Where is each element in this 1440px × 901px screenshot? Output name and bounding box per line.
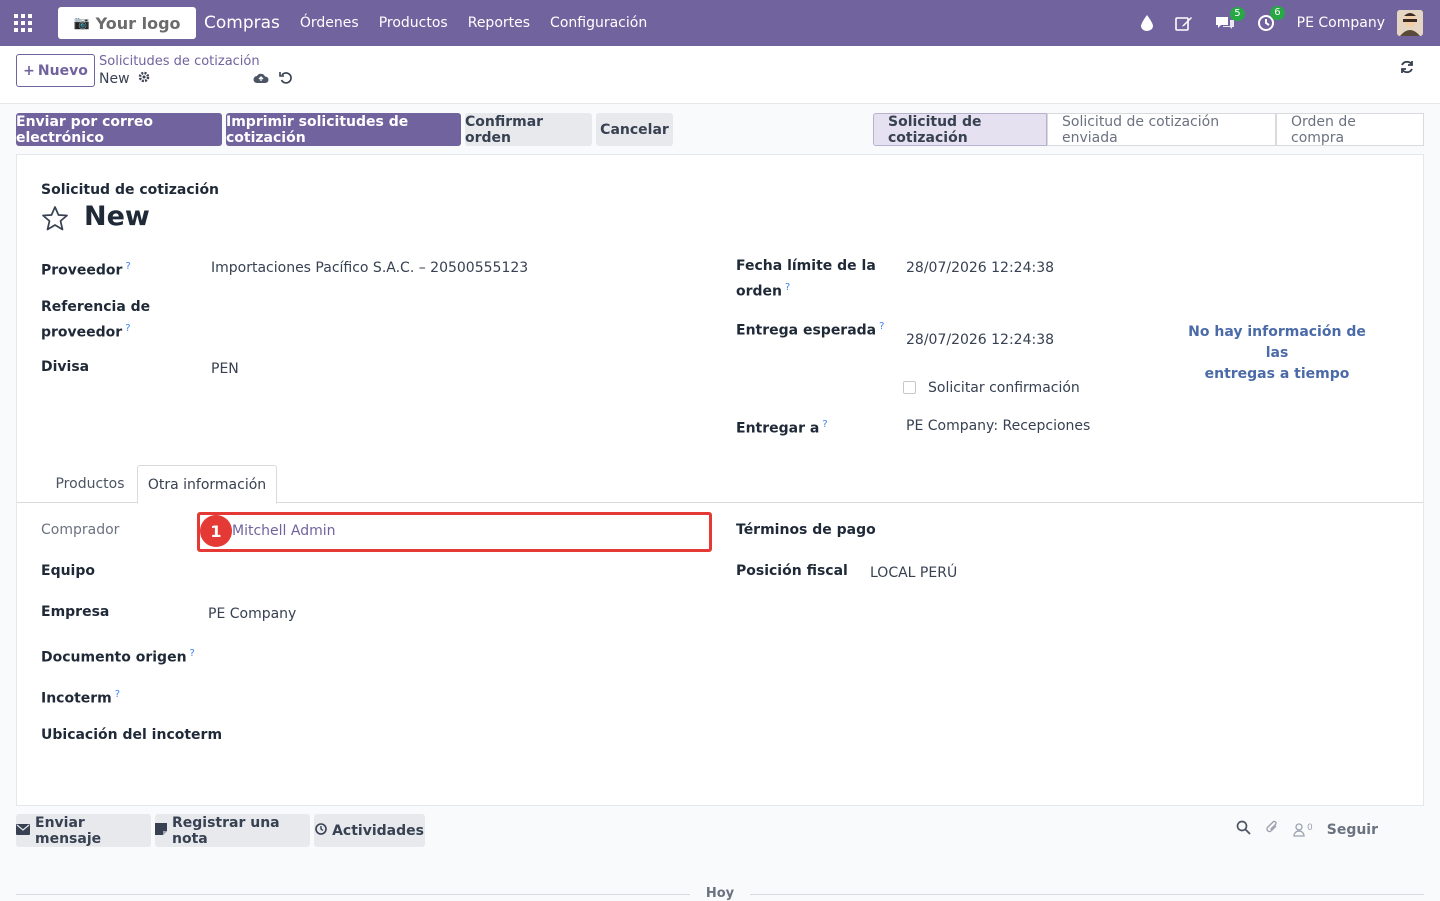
- company-logo[interactable]: 📷 Your logo: [58, 7, 196, 39]
- help-icon[interactable]: ?: [115, 689, 120, 700]
- entrega-esperada-field[interactable]: 28/07/2026 12:24:38: [906, 332, 1054, 348]
- documento-origen-label: Documento origen?: [41, 648, 195, 666]
- comprador-label: Comprador: [41, 522, 120, 538]
- follow-button[interactable]: Seguir: [1327, 822, 1378, 838]
- today-label: Hoy: [690, 886, 750, 901]
- help-icon[interactable]: ?: [125, 323, 130, 334]
- confirm-order-button[interactable]: Confirmar orden: [465, 113, 592, 146]
- followers-count: 0: [1307, 822, 1313, 833]
- menu-reportes[interactable]: Reportes: [468, 15, 530, 31]
- empresa-label: Empresa: [41, 604, 110, 620]
- help-icon[interactable]: ?: [190, 648, 195, 659]
- posicion-fiscal-field[interactable]: LOCAL PERÚ: [870, 565, 957, 581]
- record-title: New: [84, 201, 150, 232]
- proveedor-field[interactable]: Importaciones Pacífico S.A.C. – 20500555…: [211, 260, 528, 276]
- note-icon: [155, 822, 167, 839]
- paperclip-icon[interactable]: [1265, 820, 1279, 839]
- fecha-limite-label: Fecha límite de la orden?: [736, 258, 876, 300]
- divisa-field[interactable]: PEN: [211, 361, 239, 377]
- entrega-esperada-label: Entrega esperada?: [736, 321, 885, 339]
- record-name: New: [99, 71, 130, 87]
- equipo-label: Equipo: [41, 563, 95, 579]
- fecha-limite-field[interactable]: 28/07/2026 12:24:38: [906, 260, 1054, 276]
- ubicacion-incoterm-label: Ubicación del incoterm: [41, 727, 223, 743]
- company-switcher[interactable]: PE Company: [1297, 15, 1385, 31]
- print-rfq-button[interactable]: Imprimir solicitudes de cotización: [226, 113, 461, 146]
- drop-icon[interactable]: [1140, 15, 1153, 31]
- incoterm-label: Incoterm?: [41, 689, 121, 707]
- highlight-box: [197, 512, 712, 552]
- tab-productos[interactable]: Productos: [41, 465, 139, 503]
- proveedor-label: Proveedor?: [41, 261, 131, 279]
- control-panel: + Nuevo Solicitudes de cotización New: [0, 46, 1440, 104]
- gear-icon[interactable]: [138, 71, 150, 87]
- chatter-tools: 0 Seguir: [1236, 820, 1378, 839]
- clock-icon: [315, 822, 327, 839]
- request-confirmation-label: Solicitar confirmación: [928, 380, 1080, 396]
- help-icon[interactable]: ?: [125, 261, 130, 272]
- step-marker: 1: [200, 515, 232, 547]
- logo-text: Your logo: [95, 13, 181, 33]
- camera-icon: 📷: [73, 15, 90, 31]
- stage-rfq[interactable]: Solicitud de cotización: [873, 113, 1047, 146]
- menu-productos[interactable]: Productos: [379, 15, 448, 31]
- status-bar: Solicitud de cotización Solicitud de cot…: [873, 113, 1424, 146]
- stage-purchase-order[interactable]: Orden de compra: [1276, 113, 1424, 146]
- activities-badge: 6: [1270, 6, 1285, 20]
- help-icon[interactable]: ?: [879, 321, 884, 332]
- ref-proveedor-label: Referencia de proveedor?: [41, 299, 151, 341]
- messages-badge: 5: [1230, 7, 1245, 21]
- top-navbar: 📷 Your logo Compras Órdenes Productos Re…: [0, 0, 1440, 46]
- new-button-label: Nuevo: [37, 62, 88, 79]
- refresh-icon[interactable]: [1400, 60, 1414, 78]
- activities-icon[interactable]: 6: [1257, 6, 1285, 32]
- discard-icon[interactable]: [279, 71, 293, 89]
- ref-proveedor-field[interactable]: [211, 298, 691, 320]
- log-note-button[interactable]: Registrar una nota: [155, 814, 310, 847]
- doc-type-label: Solicitud de cotización: [41, 182, 220, 198]
- on-time-info[interactable]: No hay información de las entregas a tiem…: [1177, 322, 1377, 385]
- posicion-fiscal-label: Posición fiscal: [736, 563, 848, 579]
- entregar-a-field[interactable]: PE Company: Recepciones: [906, 418, 1090, 434]
- activities-label: Actividades: [332, 822, 424, 839]
- menu-configuracion[interactable]: Configuración: [550, 15, 647, 31]
- cancel-button[interactable]: Cancelar: [596, 113, 673, 146]
- apps-menu-icon[interactable]: [0, 0, 46, 46]
- send-message-button[interactable]: Enviar mensaje: [16, 814, 151, 847]
- followers-icon[interactable]: 0: [1293, 823, 1313, 837]
- entregar-a-label: Entregar a?: [736, 419, 828, 437]
- terminos-pago-label: Términos de pago: [736, 522, 876, 538]
- menu-ordenes[interactable]: Órdenes: [300, 15, 359, 31]
- user-avatar[interactable]: [1397, 10, 1423, 36]
- edit-icon[interactable]: [1174, 15, 1193, 31]
- breadcrumb[interactable]: Solicitudes de cotización: [99, 54, 260, 69]
- envelope-icon: [16, 823, 30, 839]
- stage-rfq-sent[interactable]: Solicitud de cotización enviada: [1047, 113, 1276, 146]
- tab-otra-informacion[interactable]: Otra información: [137, 465, 277, 504]
- empresa-field[interactable]: PE Company: [208, 606, 296, 622]
- search-icon[interactable]: [1236, 820, 1251, 839]
- record-title-line: New: [99, 71, 150, 87]
- app-name[interactable]: Compras: [204, 13, 280, 33]
- request-confirmation-checkbox[interactable]: [903, 381, 916, 394]
- send-message-label: Enviar mensaje: [35, 814, 102, 847]
- help-icon[interactable]: ?: [822, 419, 827, 430]
- help-icon[interactable]: ?: [785, 282, 790, 293]
- send-email-button[interactable]: Enviar por correo electrónico: [16, 113, 222, 146]
- save-cloud-icon[interactable]: [253, 72, 269, 88]
- notebook-tabs: Productos Otra información: [17, 465, 1423, 504]
- divisa-label: Divisa: [41, 359, 90, 375]
- plus-icon: +: [23, 62, 35, 79]
- star-icon[interactable]: [41, 205, 69, 235]
- new-button[interactable]: + Nuevo: [16, 54, 95, 87]
- activities-button[interactable]: Actividades: [314, 814, 425, 847]
- form-sheet: Solicitud de cotización New Proveedor? I…: [16, 154, 1424, 806]
- messages-icon[interactable]: 5: [1215, 7, 1245, 31]
- log-note-label: Registrar una nota: [172, 814, 280, 847]
